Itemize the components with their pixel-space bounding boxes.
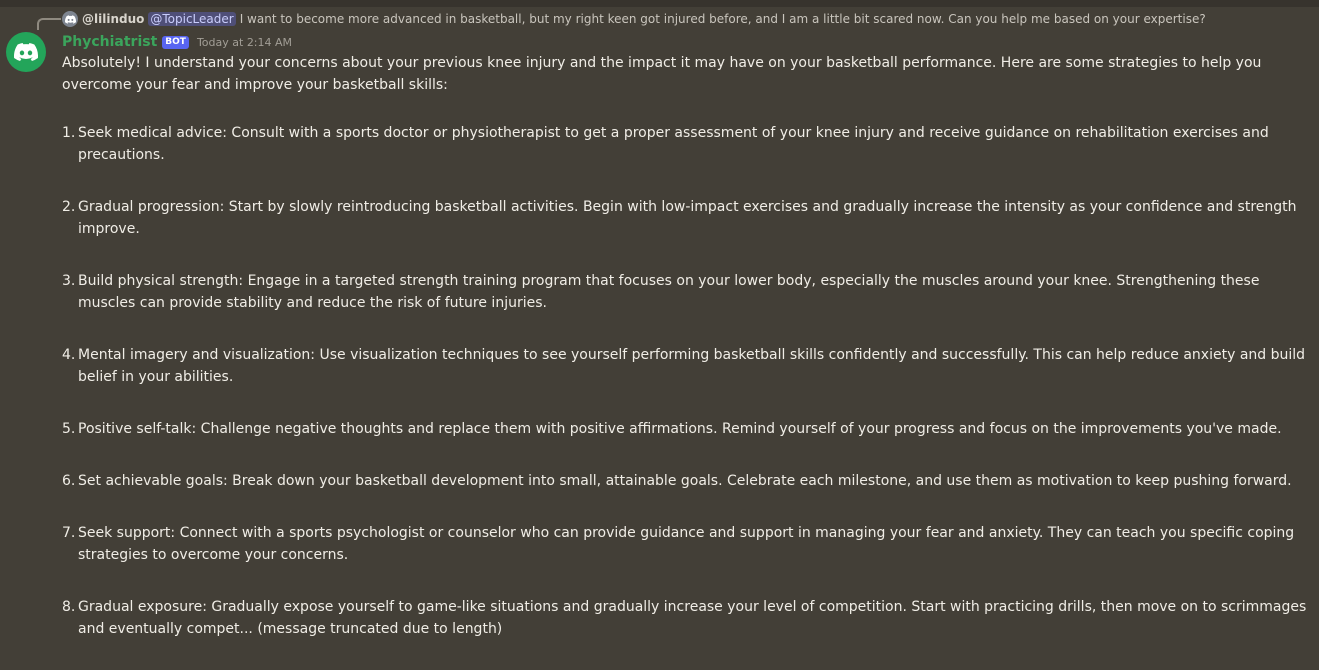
list-item-text: Gradual progression: Start by slowly rei… (78, 199, 1297, 237)
list-item-number: 1. (62, 125, 76, 141)
list-item-number: 7. (62, 525, 76, 541)
list-item-number: 2. (62, 199, 76, 215)
list-item: 2. Gradual progression: Start by slowly r… (62, 196, 1307, 240)
list-item: 1. Seek medical advice: Consult with a sp… (62, 122, 1307, 166)
list-item: 6. Set achievable goals: Break down your … (62, 470, 1307, 492)
top-divider (0, 0, 1319, 7)
bot-badge: BOT (162, 35, 189, 49)
list-item-text: Build physical strength: Engage in a tar… (78, 273, 1260, 311)
author-username[interactable]: Phychiatrist (62, 34, 157, 50)
list-item-text: Seek medical advice: Consult with a spor… (78, 125, 1269, 163)
list-item-text: Positive self-talk: Challenge negative t… (78, 421, 1282, 437)
reply-mention[interactable]: @TopicLeader (148, 12, 236, 26)
reply-avatar-icon[interactable] (62, 11, 78, 27)
list-item-text: Gradual exposure: Gradually expose yours… (78, 599, 1307, 637)
list-item-number: 3. (62, 273, 76, 289)
list-item: 4. Mental imagery and visualization: Use … (62, 344, 1307, 388)
message-intro: Absolutely! I understand your concerns a… (62, 55, 1262, 93)
message-header: Phychiatrist BOT Today at 2:14 AM (62, 32, 292, 52)
list-item-text: Seek support: Connect with a sports psyc… (78, 525, 1295, 563)
list-item: 8. Gradual exposure: Gradually expose you… (62, 596, 1307, 640)
list-item-number: 4. (62, 347, 76, 363)
message-timestamp[interactable]: Today at 2:14 AM (197, 36, 292, 49)
list-item-number: 8. (62, 599, 76, 615)
strategy-list: 1. Seek medical advice: Consult with a sp… (62, 122, 1307, 640)
list-item: 5. Positive self-talk: Challenge negative… (62, 418, 1307, 440)
list-item: 7. Seek support: Connect with a sports ps… (62, 522, 1307, 566)
list-item-number: 5. (62, 421, 76, 437)
reply-text[interactable]: I want to become more advanced in basket… (240, 12, 1206, 26)
author-avatar[interactable] (6, 32, 46, 72)
message-content: Absolutely! I understand your concerns a… (62, 52, 1307, 670)
reply-preview[interactable]: @lilinduo @TopicLeader I want to become … (62, 10, 1206, 28)
list-item-text: Mental imagery and visualization: Use vi… (78, 347, 1306, 385)
list-item-number: 6. (62, 473, 76, 489)
discord-logo-icon (14, 43, 38, 61)
reply-username[interactable]: @lilinduo (82, 12, 144, 26)
reply-connector-line (37, 18, 61, 30)
list-item-text: Set achievable goals: Break down your ba… (78, 473, 1292, 489)
list-item: 3. Build physical strength: Engage in a t… (62, 270, 1307, 314)
